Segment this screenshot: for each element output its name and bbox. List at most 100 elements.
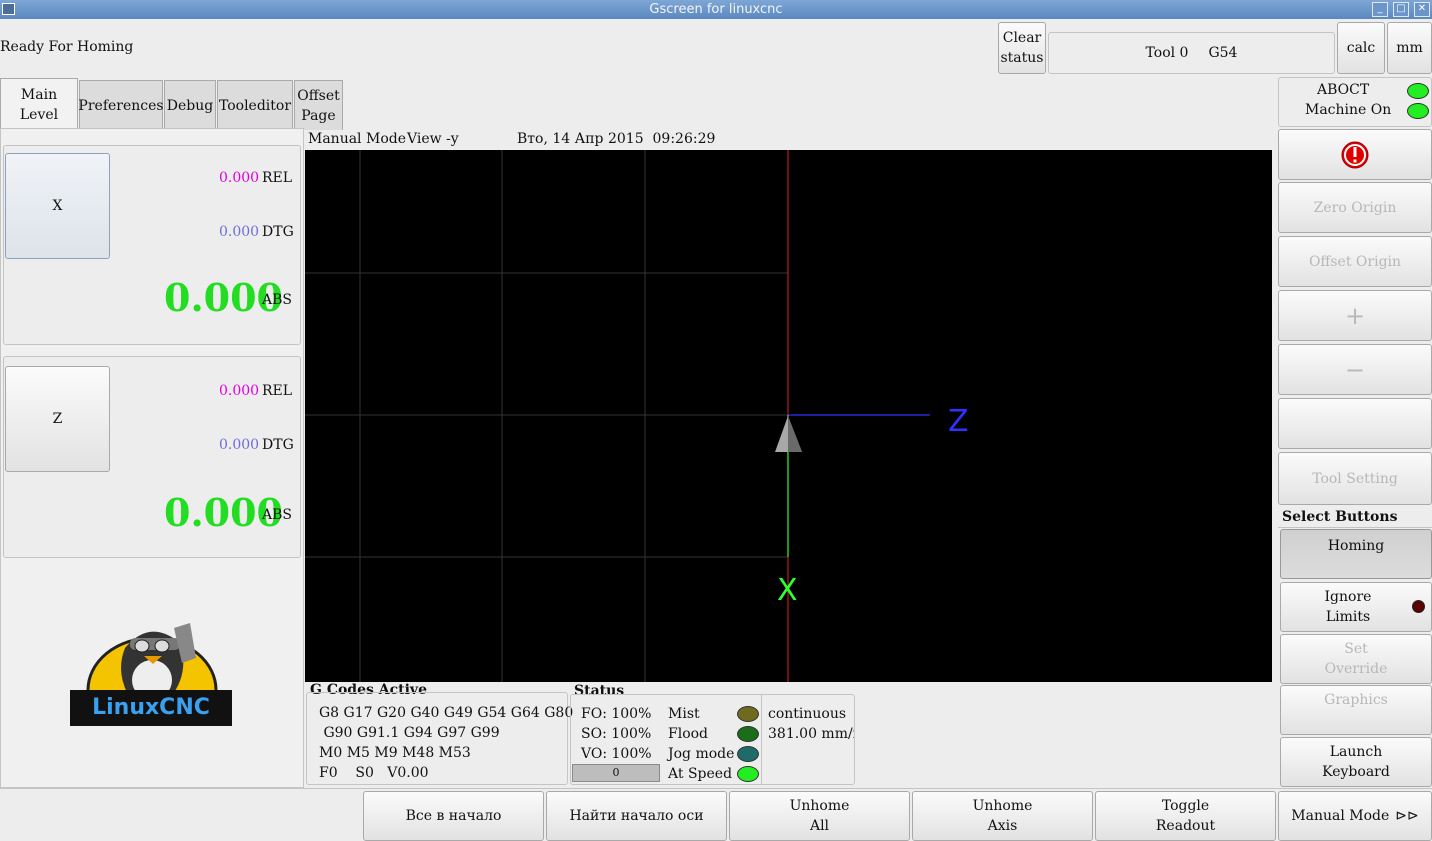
estop-icon	[1341, 141, 1369, 168]
minus-icon: −	[1344, 355, 1366, 384]
launch-keyboard-label-1: Launch	[1329, 744, 1383, 760]
x-rel-value: 0.000	[219, 170, 260, 186]
window-menu-icon[interactable]	[2, 3, 15, 15]
limits-led-icon	[1412, 600, 1425, 613]
dro-z-panel: Z 0.000 REL 0.000 DTG 0.000 ABS	[3, 356, 301, 558]
unhome-all-button[interactable]: Unhome All	[729, 791, 910, 841]
x-dtg-value: 0.000	[219, 224, 260, 240]
tool-number: Tool 0	[1145, 45, 1189, 61]
unhome-axis-label-1: Unhome	[972, 798, 1033, 814]
plus-button[interactable]: +	[1278, 290, 1432, 341]
z-rel-label: REL	[262, 383, 293, 399]
unhome-all-label-1: Unhome	[789, 798, 850, 814]
homing-button[interactable]: Homing	[1280, 529, 1432, 579]
tab-debug-label: Debug	[166, 97, 214, 114]
launch-keyboard-label-2: Keyboard	[1322, 764, 1390, 780]
minus-button[interactable]: −	[1278, 344, 1432, 395]
tab-main-level[interactable]: Main Level	[0, 78, 78, 130]
manual-mode-button[interactable]: Manual Mode ⊳⊳	[1278, 791, 1432, 841]
calc-label: calc	[1346, 40, 1376, 56]
machine-indicators: ABOCT Machine On	[1278, 77, 1432, 127]
flood-label: Flood	[668, 726, 709, 742]
zero-origin-label: Zero Origin	[1313, 199, 1397, 216]
tab-tooleditor[interactable]: Tooleditor	[217, 80, 293, 130]
units-button[interactable]: mm	[1387, 22, 1432, 74]
status-message: Ready For Homing	[0, 39, 134, 55]
ignore-limits-label-1: Ignore	[1324, 589, 1372, 605]
set-override-label-1: Set	[1344, 641, 1368, 657]
velocity-override: VO: 100%	[581, 746, 652, 762]
close-button[interactable]: ✕	[1414, 2, 1430, 17]
x-dtg-label: DTG	[262, 224, 294, 240]
machine-on-label: Machine On	[1305, 102, 1392, 118]
graphics-label: Graphics	[1324, 692, 1388, 708]
homing-label: Homing	[1327, 538, 1385, 554]
linuxcnc-logo: LinuxCNC	[70, 618, 232, 744]
z-dtg-value: 0.000	[219, 437, 260, 453]
gcodes-line-1: G8 G17 G20 G40 G49 G54 G64 G80	[319, 705, 574, 721]
graphics-mode-label: Manual Mode	[308, 131, 406, 147]
axis-x-select-button[interactable]: X	[5, 153, 110, 259]
tab-offset-page[interactable]: Offset Page	[294, 80, 343, 130]
tool-setting-button[interactable]: Tool Setting	[1278, 452, 1432, 505]
x-axis-label: X	[777, 573, 798, 608]
z-abs-label: ABS	[262, 507, 292, 523]
tab-preferences[interactable]: Preferences	[78, 80, 164, 130]
ignore-limits-button[interactable]: Ignore Limits	[1280, 582, 1432, 632]
launch-keyboard-button[interactable]: Launch Keyboard	[1280, 737, 1432, 787]
clear-status-label-2: status	[1000, 50, 1044, 66]
offset-origin-label: Offset Origin	[1308, 253, 1402, 270]
graphics-button[interactable]: Graphics	[1280, 685, 1432, 735]
estop-label: ABOCT	[1317, 82, 1370, 98]
tab-offset-label-1: Offset	[297, 87, 340, 104]
unhome-axis-button[interactable]: Unhome Axis	[912, 791, 1093, 841]
blank-button[interactable]	[1278, 398, 1432, 449]
find-home-button[interactable]: Найти начало оси	[546, 791, 727, 841]
toggle-readout-button[interactable]: Toggle Readout	[1095, 791, 1276, 841]
tab-debug[interactable]: Debug	[164, 80, 216, 130]
feed-override: FO: 100%	[581, 706, 652, 722]
jog-mode-led-icon	[737, 746, 759, 762]
graphics-canvas[interactable]: Z X	[305, 150, 1272, 682]
status-panel: FO: 100% SO: 100% VO: 100% 0 Mist Flood …	[570, 694, 855, 785]
calc-button[interactable]: calc	[1337, 22, 1385, 74]
plus-icon: +	[1344, 301, 1366, 330]
status-divider	[761, 695, 762, 784]
gcodes-line-2: G90 G91.1 G94 G97 G99	[319, 725, 500, 741]
units-label: mm	[1396, 40, 1423, 56]
tab-tooleditor-label: Tooleditor	[218, 97, 292, 114]
jog-rate-value: 381.00 mm/m	[768, 726, 854, 742]
home-all-button[interactable]: Все в начало	[363, 791, 544, 841]
work-offset: G54	[1208, 45, 1238, 61]
z-axis-label: Z	[948, 404, 969, 439]
set-override-button[interactable]: Set Override	[1280, 634, 1432, 684]
tool-info-box: Tool 0 G54	[1048, 32, 1335, 74]
unhome-all-label-2: All	[809, 818, 830, 834]
toolpath-plot: Z X	[305, 150, 969, 682]
clear-status-label-1: Clear	[1002, 30, 1042, 46]
offset-origin-button[interactable]: Offset Origin	[1278, 236, 1432, 287]
mist-led-icon	[737, 706, 759, 722]
window-title: Gscreen for linuxcnc	[649, 2, 783, 17]
estop-button[interactable]	[1278, 129, 1432, 180]
machine-on-led-icon	[1407, 103, 1429, 119]
unhome-axis-label-2: Axis	[987, 818, 1018, 834]
x-abs-label: ABS	[262, 292, 292, 308]
toggle-readout-label-2: Readout	[1155, 818, 1216, 834]
clear-status-button[interactable]: Clear status	[998, 22, 1046, 74]
axis-z-select-button[interactable]: Z	[5, 366, 110, 472]
set-override-label-2: Override	[1324, 661, 1388, 677]
fast-forward-icon: ⊳⊳	[1395, 808, 1419, 824]
tab-main-level-label: Main Level	[19, 86, 59, 123]
minimize-button[interactable]: _	[1372, 2, 1388, 17]
progress-bar: 0	[572, 764, 660, 782]
at-speed-led-icon	[737, 766, 759, 782]
tab-preferences-label: Preferences	[78, 97, 164, 114]
zero-origin-button[interactable]: Zero Origin	[1278, 182, 1432, 233]
select-buttons-title: Select Buttons	[1282, 509, 1398, 525]
dro-x-panel: X 0.000 REL 0.000 DTG 0.000 ABS	[3, 145, 301, 345]
graphics-view-label: View -y	[407, 131, 459, 147]
gcodes-line-4: F0 S0 V0.00	[319, 765, 429, 781]
maximize-button[interactable]: □	[1393, 2, 1409, 17]
toggle-readout-label-1: Toggle	[1161, 798, 1210, 814]
